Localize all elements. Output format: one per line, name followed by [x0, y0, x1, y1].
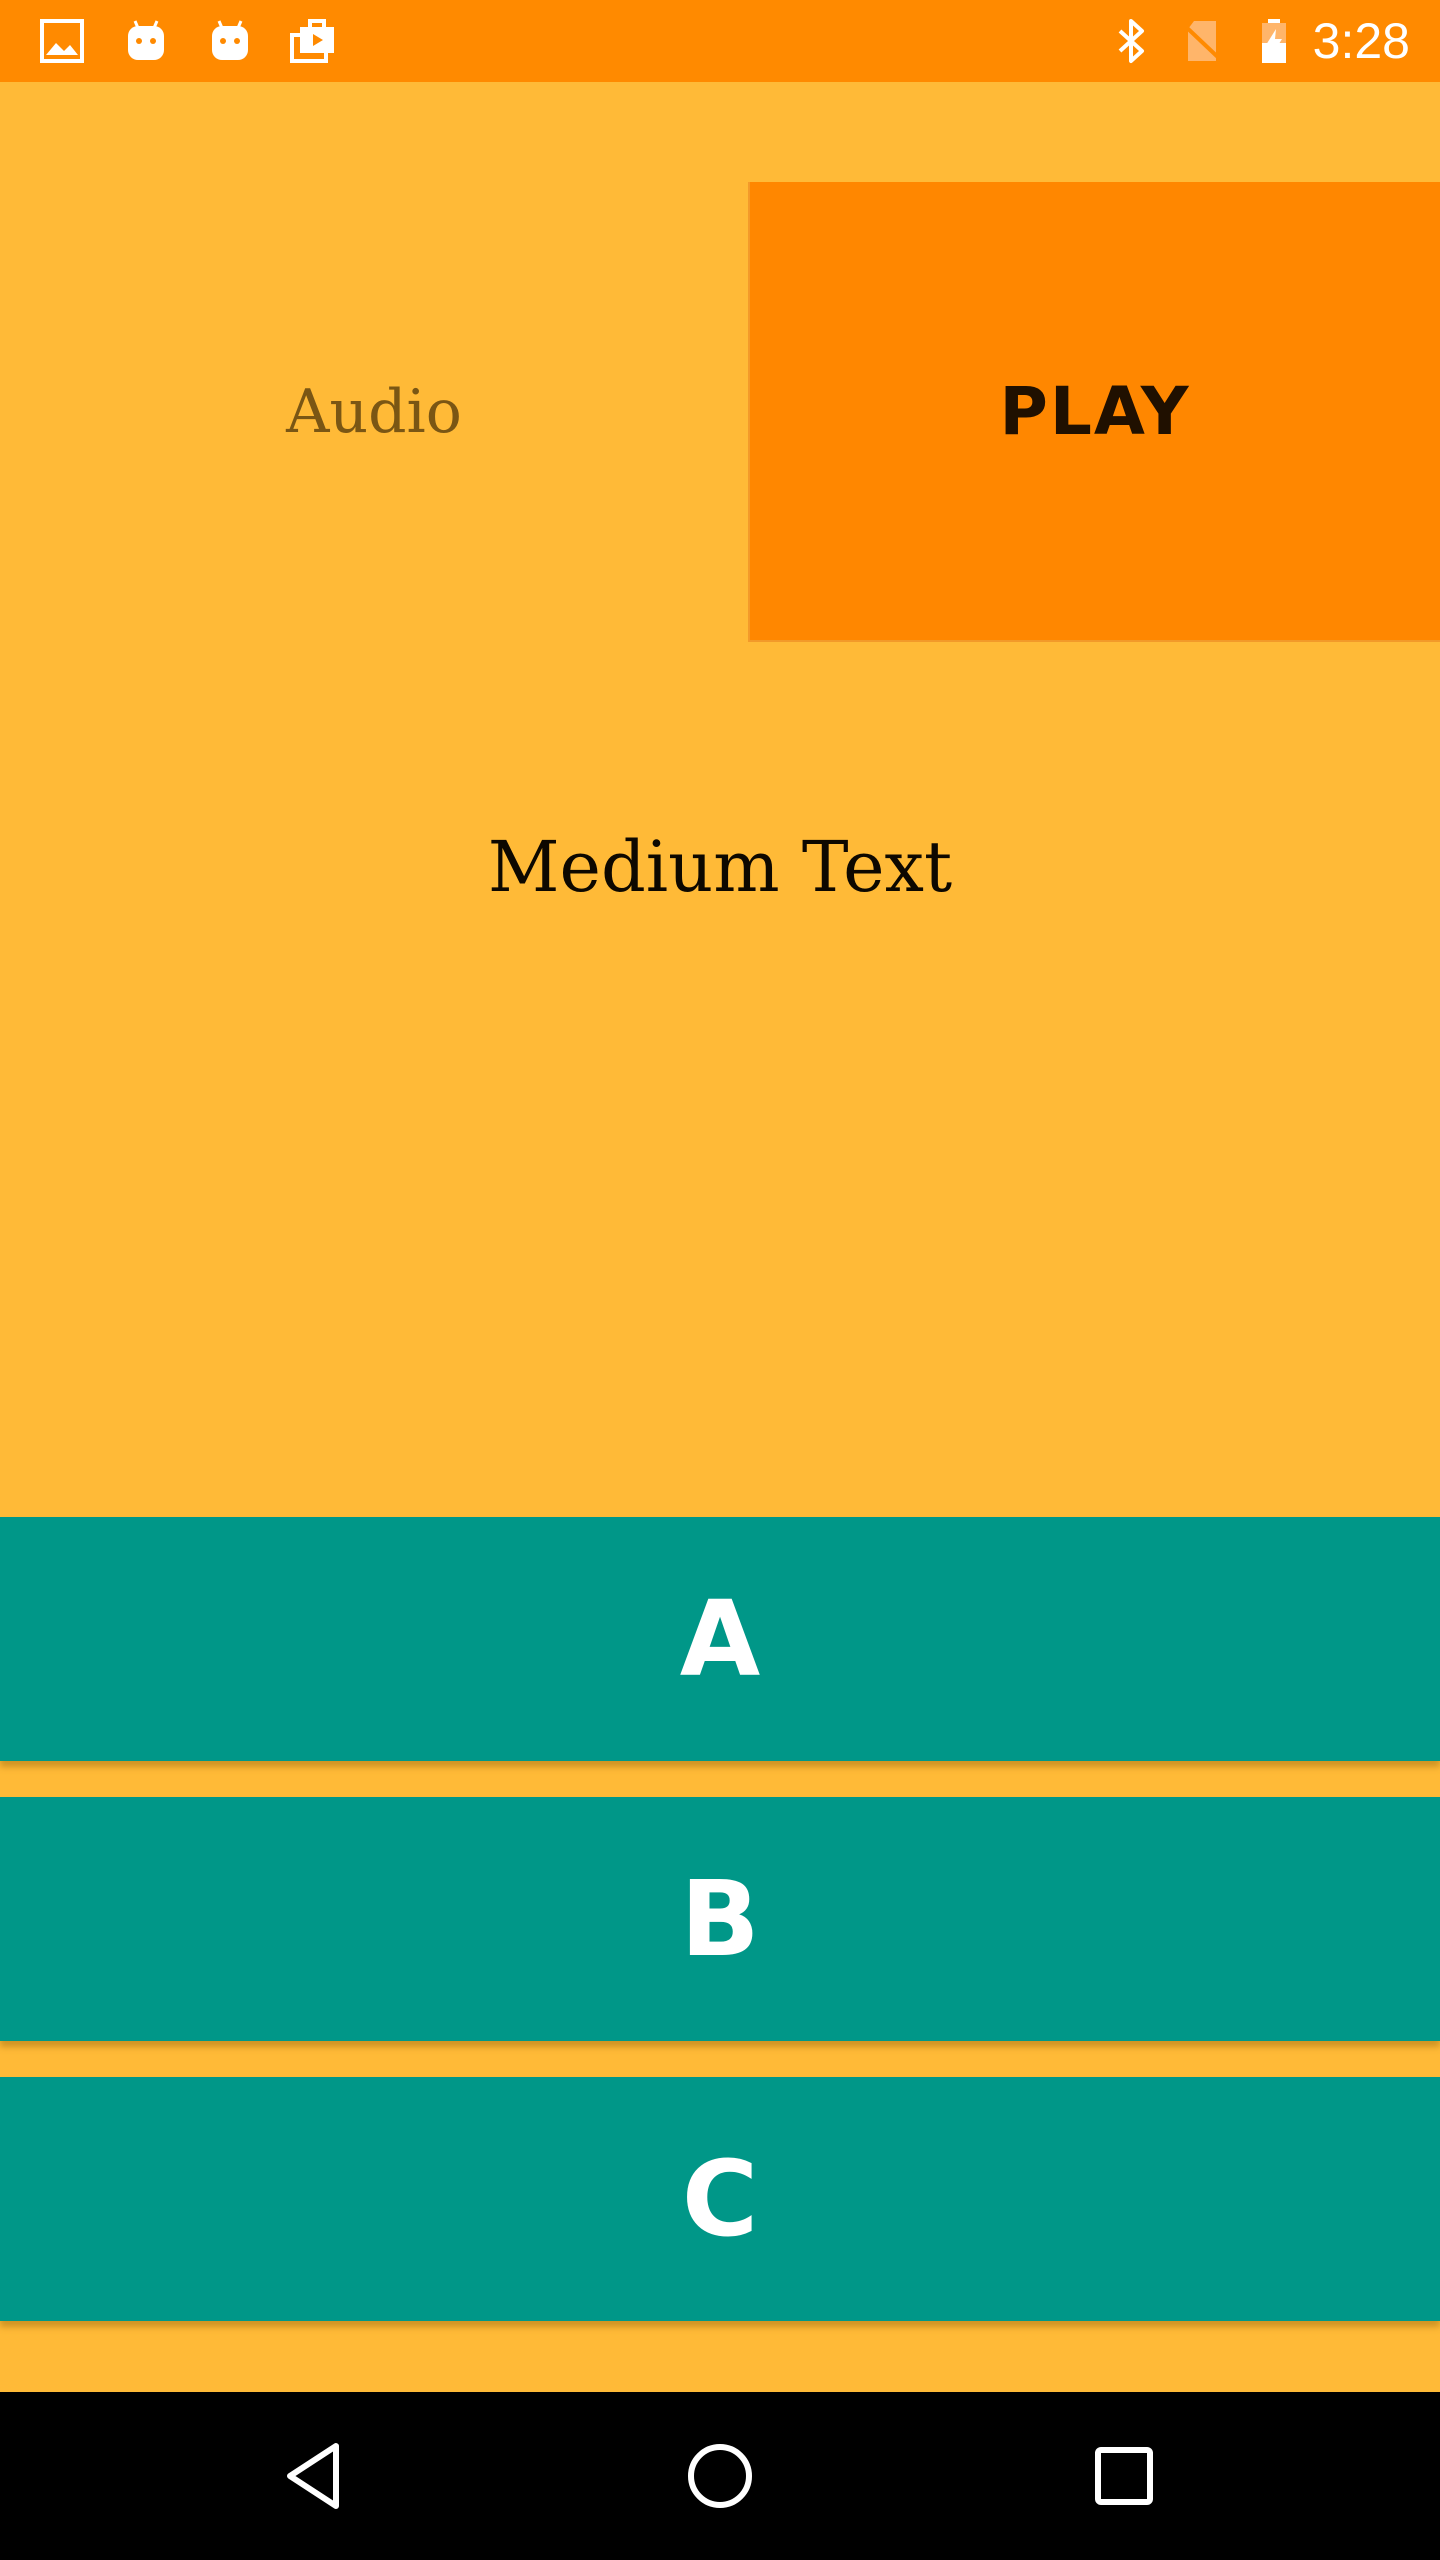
main-content: Audio PLAY Medium Text A B C	[0, 82, 1440, 2392]
medium-text: Medium Text	[487, 826, 953, 908]
audio-label: Audio	[286, 377, 462, 447]
status-bar: 3:28	[0, 0, 1440, 82]
choice-b-button[interactable]: B	[0, 1797, 1440, 2041]
home-icon[interactable]	[680, 2436, 760, 2516]
play-button[interactable]: PLAY	[748, 182, 1440, 642]
bluetooth-icon	[1118, 19, 1144, 63]
status-time: 3:28	[1312, 13, 1410, 69]
choice-a-button[interactable]: A	[0, 1517, 1440, 1761]
work-notification-icon	[290, 19, 334, 63]
battery-charging-icon	[1262, 19, 1286, 63]
back-icon[interactable]	[276, 2436, 356, 2516]
no-sim-icon	[1182, 21, 1224, 63]
android-notification-icon	[128, 20, 164, 60]
navigation-bar	[0, 2392, 1440, 2560]
android-notification-icon	[212, 20, 248, 60]
recents-icon[interactable]	[1084, 2436, 1164, 2516]
choice-c-button[interactable]: C	[0, 2077, 1440, 2321]
image-notification-icon	[40, 19, 84, 63]
